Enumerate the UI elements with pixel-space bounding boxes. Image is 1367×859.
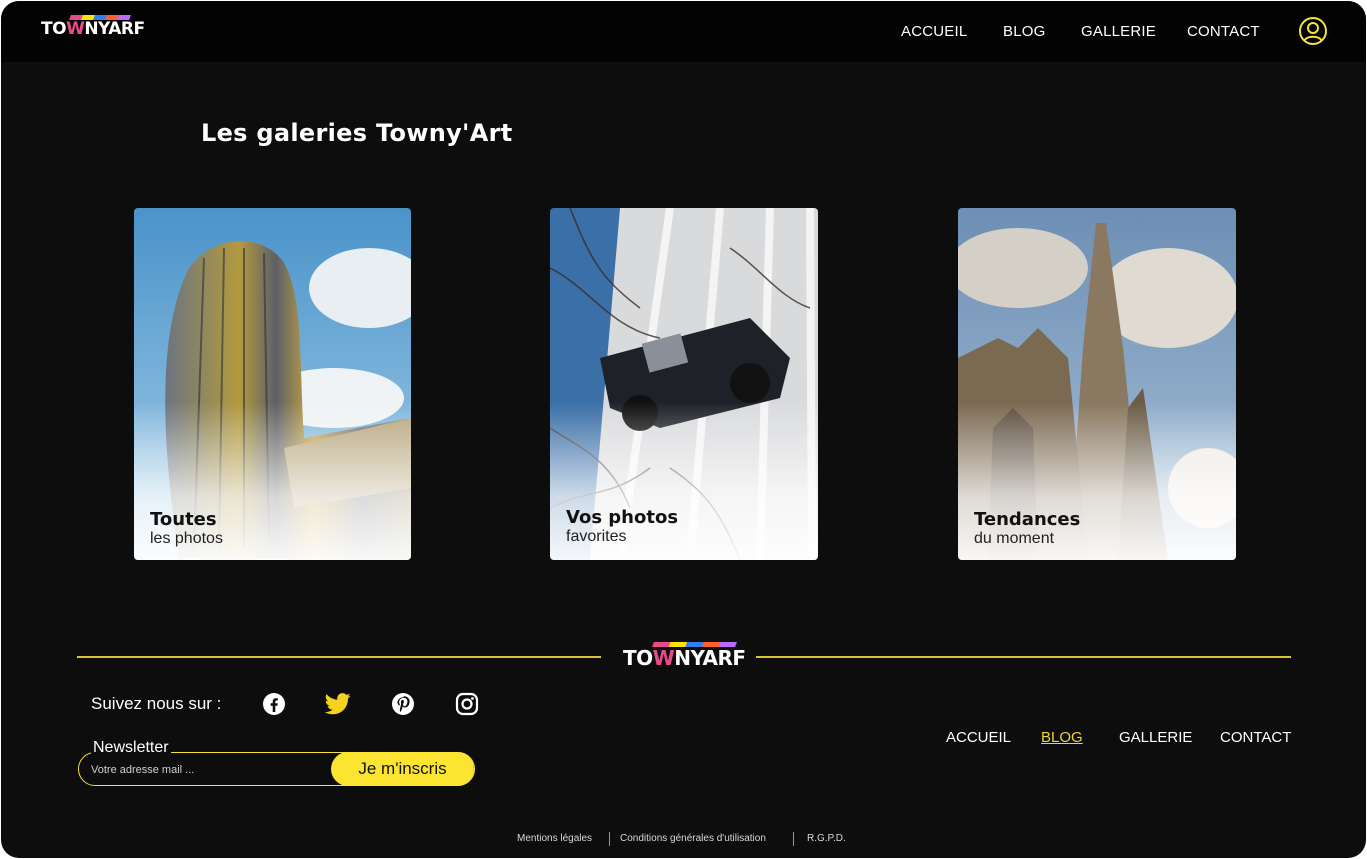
nav-accueil[interactable]: ACCUEIL [901, 23, 967, 40]
top-navbar: TO W NYARF ACCUEIL BLOG GALLERIE CONTACT [1, 1, 1366, 62]
rgpd-link[interactable]: R.G.P.D. [807, 833, 846, 844]
page-title: Les galeries Towny'Art [201, 119, 513, 147]
gallery-card-trending[interactable]: Tendances du moment [958, 208, 1236, 560]
card-subtitle: du moment [974, 530, 1055, 547]
terms-of-use-link[interactable]: Conditions générales d'utilisation [620, 833, 766, 844]
card-caption: Toutes les photos [150, 510, 223, 548]
footer-nav-gallerie[interactable]: GALLERIE [1119, 729, 1192, 746]
nav-blog[interactable]: BLOG [1003, 23, 1045, 40]
footer-divider-right [750, 656, 1291, 658]
logo-text-w: W [66, 19, 85, 39]
gallery-card-favorites[interactable]: Vos photos favorites [550, 208, 818, 560]
logo-stripes [652, 642, 737, 647]
logo-text-start: TO [623, 646, 653, 670]
subscribe-button[interactable]: Je m'inscris [331, 752, 474, 786]
page-frame: TO W NYARF ACCUEIL BLOG GALLERIE CONTACT L… [1, 1, 1366, 858]
card-subtitle: favorites [566, 528, 627, 545]
logo-text-end: NYARF [674, 646, 746, 670]
pinterest-icon[interactable] [390, 691, 416, 717]
footer-nav-accueil[interactable]: ACCUEIL [946, 729, 1011, 746]
instagram-icon[interactable] [454, 691, 480, 717]
townyart-logo[interactable]: TO W NYARF [41, 15, 145, 39]
card-subtitle: les photos [150, 530, 223, 547]
twitter-icon[interactable] [325, 691, 351, 717]
card-title: Tendances [974, 509, 1081, 530]
legal-mentions-link[interactable]: Mentions légales [517, 833, 592, 844]
nav-contact[interactable]: CONTACT [1187, 23, 1260, 40]
footer-nav-blog[interactable]: BLOG [1041, 729, 1083, 746]
logo-stripes [69, 15, 131, 20]
logo-text-w: W [652, 646, 675, 670]
facebook-icon[interactable] [261, 691, 287, 717]
townyart-footer-logo[interactable]: TO W NYARF [613, 642, 756, 670]
gallery-card-all-photos[interactable]: Toutes les photos [134, 208, 411, 560]
nav-gallerie[interactable]: GALLERIE [1081, 23, 1156, 40]
footer-divider-left [77, 656, 601, 658]
footer-nav-contact[interactable]: CONTACT [1220, 729, 1291, 746]
logo-text-start: TO [41, 19, 67, 39]
newsletter-email-input[interactable] [91, 762, 321, 778]
card-caption: Vos photos favorites [566, 508, 678, 546]
card-title: Vos photos [566, 507, 679, 528]
card-title: Toutes [150, 509, 217, 530]
follow-us-label: Suivez nous sur : [91, 694, 222, 713]
legal-separator [609, 832, 610, 846]
logo-text-end: NYARF [84, 19, 145, 39]
card-caption: Tendances du moment [974, 510, 1080, 548]
legal-separator [793, 832, 794, 846]
newsletter-label: Newsletter [91, 739, 171, 757]
user-account-icon[interactable] [1298, 16, 1328, 46]
